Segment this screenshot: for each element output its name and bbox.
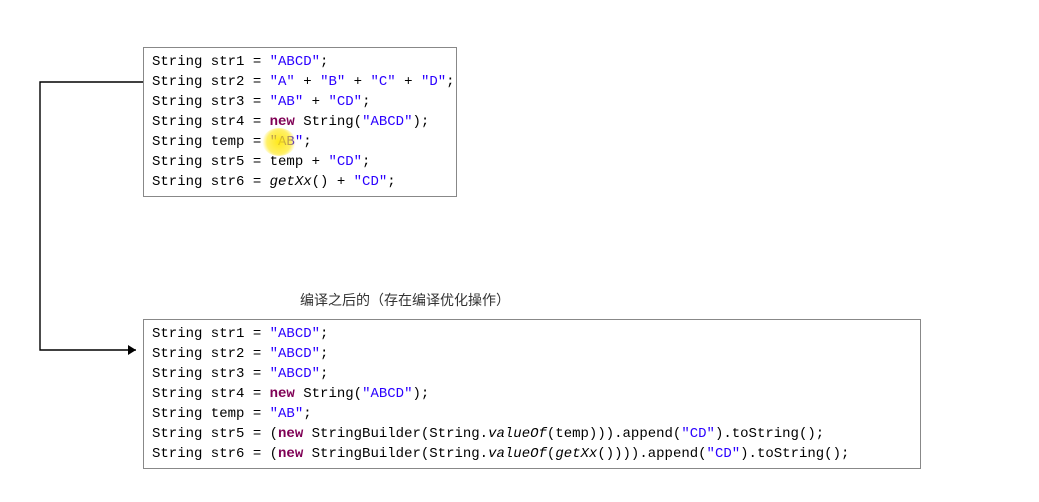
code-token: (temp))).append(	[547, 426, 681, 442]
code-line: String str5 = (new StringBuilder(String.…	[152, 424, 912, 444]
code-token: +	[295, 74, 320, 90]
code-token: String str5 = (	[152, 426, 278, 442]
code-line: String str2 = "A" + "B" + "C" + "D";	[152, 72, 448, 92]
code-token: StringBuilder(String.	[303, 446, 488, 462]
code-line: String str6 = (new StringBuilder(String.…	[152, 444, 912, 464]
code-token: +	[303, 94, 328, 110]
code-token: String str1 =	[152, 326, 270, 342]
source-code-box: String str1 = "ABCD";String str2 = "A" +…	[143, 47, 457, 197]
code-token: );	[412, 114, 429, 130]
code-token: String str4 =	[152, 114, 270, 130]
code-token: "ABCD"	[362, 114, 412, 130]
code-token: "ABCD"	[270, 366, 320, 382]
code-token: "CD"	[328, 154, 362, 170]
code-token: );	[412, 386, 429, 402]
code-token: String str4 =	[152, 386, 270, 402]
code-token: ;	[320, 346, 328, 362]
code-token: String str3 =	[152, 366, 270, 382]
code-token: String temp =	[152, 134, 270, 150]
code-token: String str6 = (	[152, 446, 278, 462]
caption-label: 编译之后的（存在编译优化操作）	[300, 290, 510, 310]
code-token: ).toString();	[740, 446, 849, 462]
code-line: String str1 = "ABCD";	[152, 324, 912, 344]
code-token: "CD"	[707, 446, 741, 462]
code-token: +	[345, 74, 370, 90]
code-token: String str2 =	[152, 346, 270, 362]
code-line: String str3 = "ABCD";	[152, 364, 912, 384]
code-token: StringBuilder(String.	[303, 426, 488, 442]
code-line: String str4 = new String("ABCD");	[152, 384, 912, 404]
code-token: valueOf	[488, 426, 547, 442]
code-token: String str5 = temp +	[152, 154, 328, 170]
code-line: String temp = "AB";	[152, 404, 912, 424]
code-token: getXx	[555, 446, 597, 462]
code-token: String str6 =	[152, 174, 270, 190]
code-token: valueOf	[488, 446, 547, 462]
code-token: String str1 =	[152, 54, 270, 70]
code-line: String str5 = temp + "CD";	[152, 152, 448, 172]
code-token: "AB"	[270, 94, 304, 110]
code-token: "CD"	[328, 94, 362, 110]
code-token: "ABCD"	[270, 346, 320, 362]
code-token: String str3 =	[152, 94, 270, 110]
code-token: getXx	[270, 174, 312, 190]
code-token: "CD"	[354, 174, 388, 190]
code-token: ;	[362, 154, 370, 170]
code-token: new	[278, 426, 303, 442]
code-line: String str4 = new String("ABCD");	[152, 112, 448, 132]
code-token: new	[278, 446, 303, 462]
code-token: String str2 =	[152, 74, 270, 90]
code-token: "B"	[320, 74, 345, 90]
code-token: "A"	[270, 74, 295, 90]
code-token: "CD"	[681, 426, 715, 442]
code-line: String temp = "AB";	[152, 132, 448, 152]
code-line: String str6 = getXx() + "CD";	[152, 172, 448, 192]
code-token: "ABCD"	[270, 326, 320, 342]
code-token: ()))).append(	[597, 446, 706, 462]
code-token: "AB"	[270, 406, 304, 422]
code-token: "C"	[371, 74, 396, 90]
compiled-code-box: String str1 = "ABCD";String str2 = "ABCD…	[143, 319, 921, 469]
code-token: ;	[387, 174, 395, 190]
code-token: ).toString();	[715, 426, 824, 442]
code-token: "AB"	[270, 134, 304, 150]
code-token: "ABCD"	[362, 386, 412, 402]
code-token: String(	[295, 386, 362, 402]
code-line: String str2 = "ABCD";	[152, 344, 912, 364]
code-token: ;	[320, 326, 328, 342]
code-token: +	[396, 74, 421, 90]
code-token: "ABCD"	[270, 54, 320, 70]
code-token: String temp =	[152, 406, 270, 422]
code-token: new	[270, 114, 295, 130]
code-token: ;	[362, 94, 370, 110]
code-token: new	[270, 386, 295, 402]
code-token: ;	[320, 54, 328, 70]
code-token: ;	[446, 74, 454, 90]
code-line: String str1 = "ABCD";	[152, 52, 448, 72]
code-token: ;	[303, 406, 311, 422]
code-line: String str3 = "AB" + "CD";	[152, 92, 448, 112]
code-token: "D"	[421, 74, 446, 90]
code-token: String(	[295, 114, 362, 130]
code-token: ;	[303, 134, 311, 150]
code-token: ;	[320, 366, 328, 382]
code-token: () +	[312, 174, 354, 190]
